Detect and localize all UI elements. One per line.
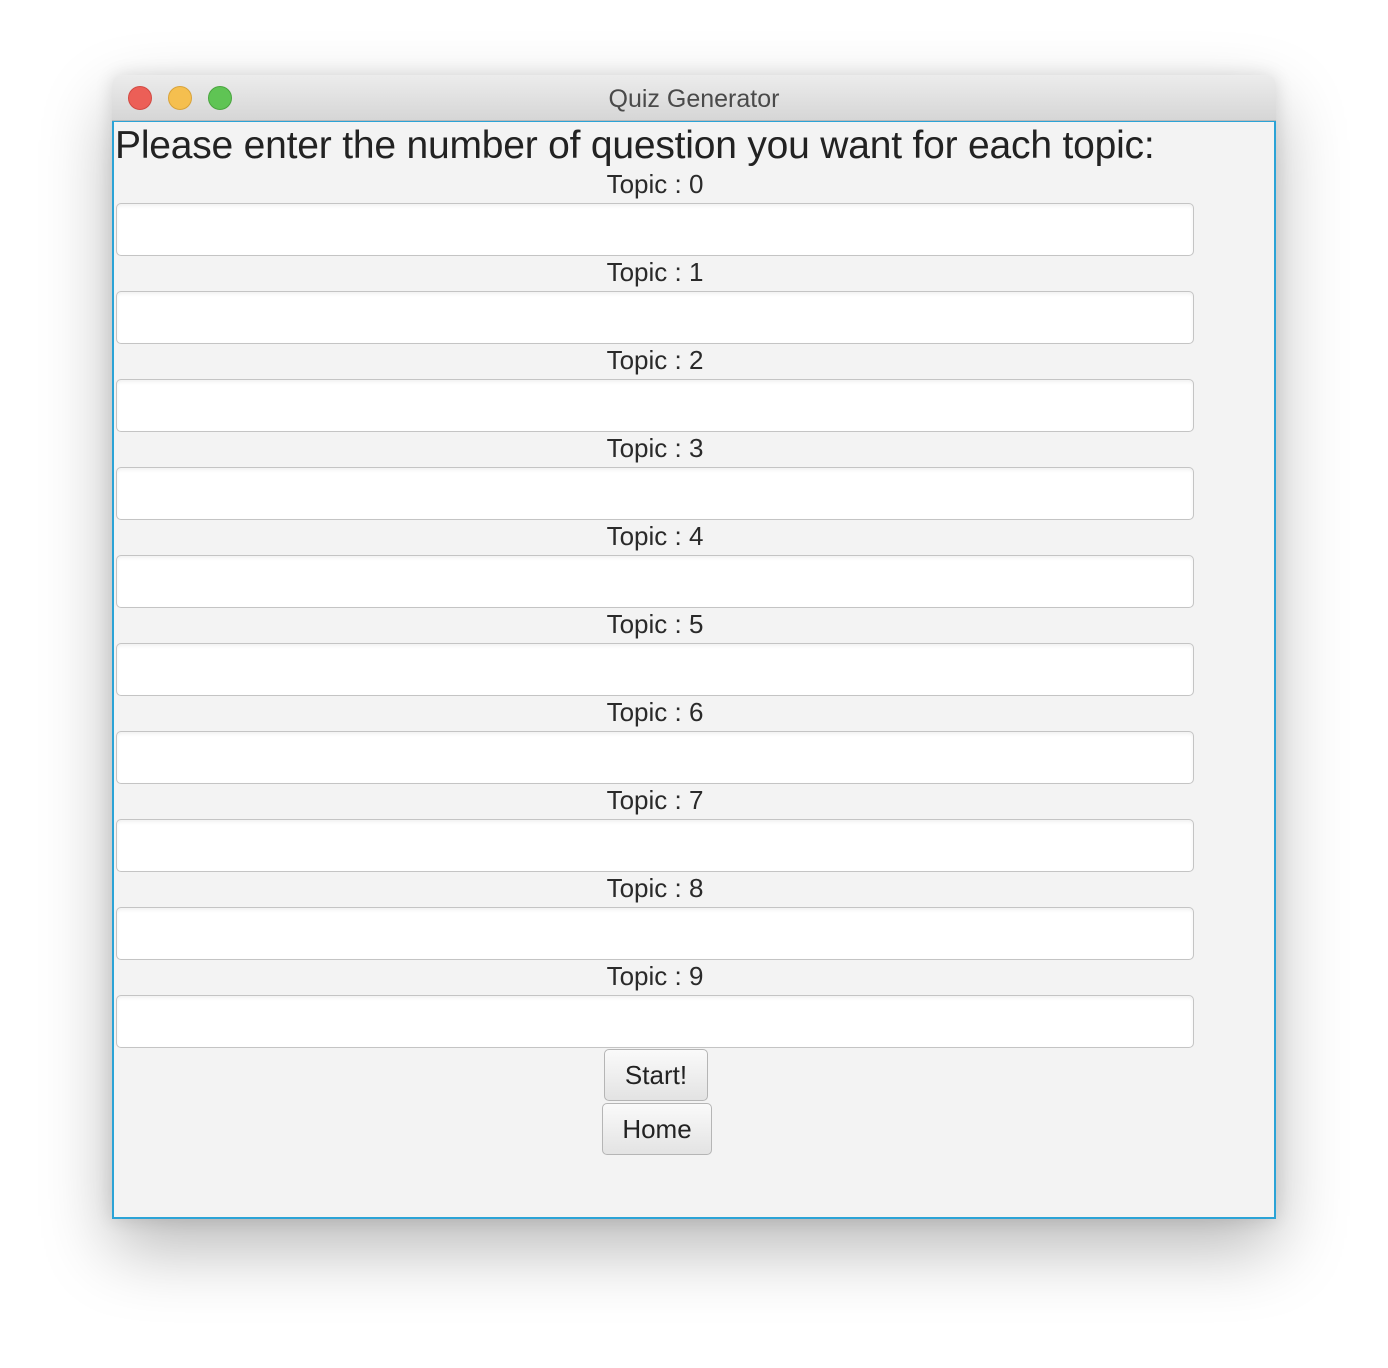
topic-1-label: Topic : 1 bbox=[606, 257, 704, 287]
topic-3-input[interactable] bbox=[116, 467, 1194, 520]
topic-4-input[interactable] bbox=[116, 555, 1194, 608]
window-title: Quiz Generator bbox=[608, 85, 780, 113]
topic-4-label: Topic : 4 bbox=[606, 521, 704, 551]
topic-2-label: Topic : 2 bbox=[606, 345, 704, 375]
topic-0-input[interactable] bbox=[116, 203, 1194, 256]
title-bar[interactable]: Quiz Generator bbox=[112, 75, 1276, 121]
home-button[interactable]: Home bbox=[602, 1103, 712, 1155]
topic-7-label: Topic : 7 bbox=[606, 785, 704, 815]
topic-1-input[interactable] bbox=[116, 291, 1194, 344]
topic-5-input[interactable] bbox=[116, 643, 1194, 696]
topic-7-input[interactable] bbox=[116, 819, 1194, 872]
topic-5-label: Topic : 5 bbox=[606, 609, 704, 639]
topic-8-input[interactable] bbox=[116, 907, 1194, 960]
topic-9-label: Topic : 9 bbox=[606, 961, 704, 991]
app-window: Quiz Generator Please enter the number o… bbox=[112, 75, 1276, 1219]
content-area: Please enter the number of question you … bbox=[112, 121, 1276, 1219]
topic-3-label: Topic : 3 bbox=[606, 433, 704, 463]
page-heading: Please enter the number of question you … bbox=[115, 124, 1155, 167]
start-button[interactable]: Start! bbox=[604, 1049, 708, 1101]
topic-2-input[interactable] bbox=[116, 379, 1194, 432]
topic-0-label: Topic : 0 bbox=[606, 169, 704, 199]
topic-6-input[interactable] bbox=[116, 731, 1194, 784]
topic-6-label: Topic : 6 bbox=[606, 697, 704, 727]
topic-8-label: Topic : 8 bbox=[606, 873, 704, 903]
topic-9-input[interactable] bbox=[116, 995, 1194, 1048]
